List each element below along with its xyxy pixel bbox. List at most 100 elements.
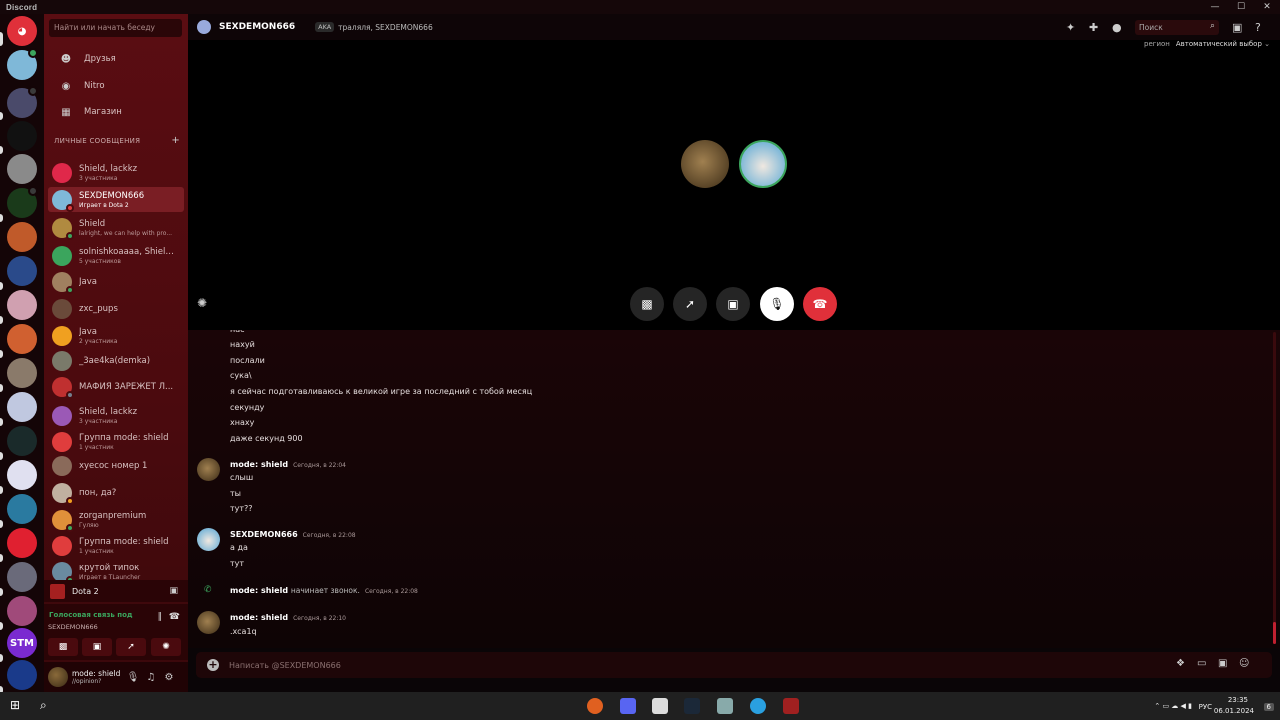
- mute-button[interactable]: 🎙: [760, 287, 794, 321]
- unread-pill: [0, 418, 3, 426]
- dm-item[interactable]: zorganpremium Гуляю: [48, 507, 184, 532]
- nav-friends[interactable]: ☻ Друзья: [48, 48, 184, 70]
- inbox-icon[interactable]: ▣: [1232, 21, 1242, 34]
- user-avatar[interactable]: [48, 667, 68, 687]
- message-scrollbar[interactable]: [1273, 332, 1276, 644]
- server-icon[interactable]: [7, 426, 37, 456]
- pin-icon[interactable]: ✦: [1066, 21, 1075, 34]
- screen-share-button[interactable]: ▣: [82, 638, 112, 656]
- activity-button[interactable]: ➚: [116, 638, 146, 656]
- emoji-icon[interactable]: ☺: [1239, 658, 1249, 669]
- server-icon[interactable]: [7, 660, 37, 690]
- dm-item[interactable]: хуесос номер 1: [48, 453, 184, 478]
- headphones-icon[interactable]: ♫: [142, 672, 160, 683]
- dm-item[interactable]: Java 2 участника: [48, 323, 184, 348]
- dm-name: solnishkoaaaa, Shield,...: [79, 246, 179, 257]
- user-profile-icon[interactable]: ●: [1112, 21, 1122, 34]
- call-event: mode: shield начинает звонок. Сегодня, в …: [230, 586, 418, 595]
- app-icon[interactable]: [717, 698, 733, 714]
- server-icon[interactable]: [7, 290, 37, 320]
- help-icon[interactable]: ?: [1255, 21, 1261, 34]
- discord-taskbar-icon[interactable]: [620, 698, 636, 714]
- windows-start-icon[interactable]: ⊞: [10, 698, 20, 712]
- dm-item[interactable]: Java: [48, 269, 184, 294]
- close-button[interactable]: ✕: [1254, 2, 1280, 12]
- search-icon[interactable]: ⌕: [40, 698, 47, 713]
- server-icon[interactable]: [7, 460, 37, 490]
- tray-icons[interactable]: ⌃ ▭ ☁ ◀ ▮: [1154, 702, 1192, 710]
- soundboard-button[interactable]: ✺: [151, 638, 181, 656]
- camera-button[interactable]: ▩: [48, 638, 78, 656]
- add-friend-icon[interactable]: ✚: [1089, 21, 1098, 34]
- clock-time[interactable]: 23:35: [1228, 696, 1248, 704]
- scrollbar-thumb[interactable]: [1273, 622, 1276, 644]
- dota-icon[interactable]: [783, 698, 799, 714]
- call-event-author[interactable]: mode: shield: [230, 586, 288, 595]
- region-selector[interactable]: регион Автоматический выбор ⌄: [1144, 40, 1270, 48]
- server-icon[interactable]: [7, 154, 37, 184]
- gif-icon[interactable]: ▭: [1197, 658, 1206, 669]
- server-icon[interactable]: [7, 562, 37, 592]
- participant-avatar[interactable]: [681, 140, 729, 188]
- firefox-icon[interactable]: [587, 698, 603, 714]
- dm-item[interactable]: solnishkoaaaa, Shield,... 5 участников: [48, 243, 184, 268]
- telegram-icon[interactable]: [750, 698, 766, 714]
- disconnect-icon[interactable]: ☎: [169, 612, 180, 622]
- dm-item[interactable]: Shield, lackkz 3 участника: [48, 160, 184, 185]
- dm-item[interactable]: zxc_pups: [48, 296, 184, 321]
- maximize-button[interactable]: ☐: [1228, 2, 1254, 12]
- header-search-input[interactable]: Поиск ⌕: [1135, 20, 1219, 35]
- dm-item[interactable]: пон, да?: [48, 480, 184, 505]
- participant-avatar-speaking[interactable]: [739, 140, 787, 188]
- attach-plus-icon[interactable]: +: [207, 659, 219, 671]
- dm-item[interactable]: SEXDEMON666 Играет в Dota 2: [48, 187, 184, 212]
- server-icon[interactable]: [7, 528, 37, 558]
- message-author[interactable]: mode: shield: [230, 613, 288, 622]
- header-user-name[interactable]: SEXDEMON666: [219, 22, 295, 32]
- server-icon[interactable]: [7, 256, 37, 286]
- message-input[interactable]: Написать @SEXDEMON666: [229, 661, 341, 670]
- language-indicator[interactable]: РУС: [1199, 703, 1212, 711]
- dm-item[interactable]: Shield lalright, we can help with pro...: [48, 215, 184, 240]
- gift-icon[interactable]: ❖: [1176, 658, 1185, 669]
- dm-item[interactable]: Группа mode: shield 1 участник: [48, 429, 184, 454]
- nav-shop[interactable]: ▦ Магазин: [48, 101, 184, 123]
- minimize-button[interactable]: —: [1202, 2, 1228, 12]
- camera-toggle-button[interactable]: ▩: [630, 287, 664, 321]
- soundboard-icon[interactable]: ✺: [197, 296, 207, 310]
- message-author[interactable]: mode: shield: [230, 460, 288, 469]
- dm-search-input[interactable]: Найти или начать беседу: [49, 19, 182, 37]
- message-avatar[interactable]: [197, 458, 220, 481]
- steam-icon[interactable]: [684, 698, 700, 714]
- nav-nitro[interactable]: ◉ Nitro: [48, 75, 184, 97]
- server-icon[interactable]: [7, 324, 37, 354]
- screen-share-button[interactable]: ▣: [716, 287, 750, 321]
- dm-item[interactable]: МАФИЯ ЗАРЕЖЕТ Л...: [48, 374, 184, 399]
- stream-game-icon[interactable]: ▣: [169, 586, 178, 596]
- server-icon[interactable]: [7, 392, 37, 422]
- settings-gear-icon[interactable]: ⚙: [160, 672, 178, 683]
- noise-suppression-icon[interactable]: ∥: [158, 612, 163, 622]
- message-avatar[interactable]: [197, 528, 220, 551]
- dm-item[interactable]: Shield, lackkz 3 участника: [48, 403, 184, 428]
- dm-item[interactable]: _3ae4ka(demka): [48, 348, 184, 373]
- home-button[interactable]: ◕: [7, 16, 37, 46]
- sticker-icon[interactable]: ▣: [1218, 658, 1227, 669]
- server-icon[interactable]: [7, 494, 37, 524]
- end-call-button[interactable]: ☎: [803, 287, 837, 321]
- message-author[interactable]: SEXDEMON666: [230, 530, 298, 539]
- server-icon[interactable]: [7, 596, 37, 626]
- notification-badge[interactable]: 6: [1263, 703, 1274, 711]
- message-avatar[interactable]: [197, 611, 220, 634]
- create-dm-plus-icon[interactable]: +: [171, 136, 180, 146]
- server-icon[interactable]: [7, 358, 37, 388]
- microphone-icon[interactable]: 🎙: [124, 672, 142, 683]
- server-icon[interactable]: [7, 121, 37, 151]
- dm-item[interactable]: Группа mode: shield 1 участник: [48, 533, 184, 558]
- unread-pill: [0, 282, 3, 290]
- activity-button[interactable]: ➚: [673, 287, 707, 321]
- clock-date[interactable]: 06.01.2024: [1214, 707, 1254, 715]
- server-icon[interactable]: [7, 222, 37, 252]
- server-icon[interactable]: STM: [7, 628, 37, 658]
- app-icon[interactable]: [652, 698, 668, 714]
